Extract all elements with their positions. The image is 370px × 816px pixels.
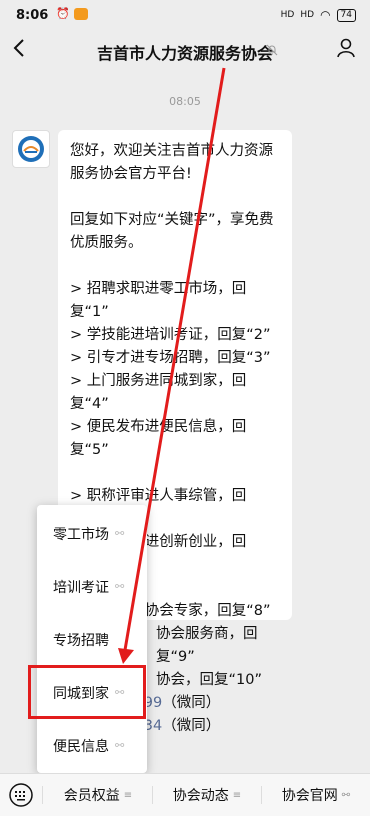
status-time: 8:06 bbox=[16, 8, 49, 23]
profile-button[interactable] bbox=[336, 38, 356, 62]
wifi-icon: ◠ bbox=[320, 8, 331, 22]
notification-icon bbox=[74, 8, 88, 20]
link-icon: ⚯ bbox=[341, 789, 351, 801]
menu-item-label: 培训考证 bbox=[53, 579, 109, 596]
battery-icon: 74 bbox=[336, 8, 356, 22]
message-line: > 学技能进培训考证，回复“2” bbox=[70, 327, 271, 343]
link-icon: ⚯ bbox=[115, 580, 125, 593]
mute-bell-icon bbox=[266, 44, 278, 59]
tab-guanwang[interactable]: 协会官网 ⚯ bbox=[262, 774, 370, 816]
phone-suffix-2: （微同） bbox=[162, 718, 221, 734]
alarm-icon: ⏰ bbox=[56, 7, 70, 20]
menu-item-zhuanchang[interactable]: 专场招聘 bbox=[37, 613, 147, 666]
link-icon: ⚯ bbox=[115, 739, 125, 752]
tab-label: 协会动态 bbox=[172, 788, 229, 804]
menu-icon: ≡ bbox=[232, 789, 242, 801]
menu-item-lingong[interactable]: 零工市场 ⚯ bbox=[37, 507, 147, 560]
menu-item-peixun[interactable]: 培训考证 ⚯ bbox=[37, 560, 147, 613]
menu-item-bianmin[interactable]: 便民信息 ⚯ bbox=[37, 719, 147, 772]
chevron-left-icon bbox=[13, 39, 24, 57]
link-icon: ⚯ bbox=[115, 527, 125, 540]
message-line: > 便民发布进便民信息，回复“5” bbox=[70, 419, 247, 458]
signal-icon: HD bbox=[280, 10, 295, 20]
message-blank-line bbox=[70, 255, 280, 278]
menu-icon: ≡ bbox=[123, 789, 133, 801]
divider bbox=[42, 786, 43, 804]
bottom-menu-bar: 会员权益 ≡ 协会动态 ≡ 协会官网 ⚯ bbox=[0, 773, 370, 816]
submenu-popup: 零工市场 ⚯ 培训考证 ⚯ 专场招聘 同城到家 ⚯ 便民信息 ⚯ bbox=[37, 505, 147, 773]
back-button[interactable] bbox=[12, 38, 26, 63]
message-line: > 上门服务进同城到家，回复“4” bbox=[70, 373, 247, 412]
message-line: 优质服务。 bbox=[70, 235, 143, 251]
menu-item-label: 零工市场 bbox=[53, 526, 109, 543]
keyboard-toggle-button[interactable] bbox=[8, 783, 34, 807]
message-blank-line bbox=[70, 462, 280, 485]
tab-label: 会员权益 bbox=[63, 788, 120, 804]
status-right: HD HD ◠ 74 bbox=[281, 8, 356, 22]
menu-item-label: 便民信息 bbox=[53, 738, 109, 755]
message-timestamp: 08:05 bbox=[169, 95, 201, 108]
status-notification-icons: ⏰ bbox=[56, 8, 88, 20]
message-line: 服务协会官方平台! bbox=[70, 166, 192, 182]
message-line: 您好，欢迎关注吉首市人力资源 bbox=[70, 143, 273, 159]
message-line: > 引专才进专场招聘，回复“3” bbox=[70, 350, 271, 366]
tab-label: 协会官网 bbox=[281, 788, 338, 804]
message-line: 回复如下对应“关键字”，享免费 bbox=[70, 212, 274, 228]
avatar[interactable] bbox=[12, 130, 50, 168]
chat-header: 吉首市人力资源服务协会 bbox=[0, 32, 370, 68]
message-blank-line bbox=[70, 186, 280, 209]
phone-suffix-1: （微同） bbox=[162, 695, 221, 711]
tab-dongtai[interactable]: 协会动态 ≡ bbox=[153, 774, 261, 816]
keyboard-icon bbox=[9, 783, 33, 807]
tab-huiyuan[interactable]: 会员权益 ≡ bbox=[44, 774, 152, 816]
message-line: > 招聘求职进零工市场，回复“1” bbox=[70, 281, 247, 320]
status-bar: 8:06 ⏰ HD HD ◠ 74 bbox=[0, 0, 370, 32]
signal-icon-2: HD bbox=[300, 10, 315, 20]
highlight-box bbox=[28, 665, 146, 719]
menu-item-label: 专场招聘 bbox=[53, 632, 109, 649]
association-logo-icon bbox=[18, 136, 44, 162]
person-icon bbox=[337, 38, 355, 58]
